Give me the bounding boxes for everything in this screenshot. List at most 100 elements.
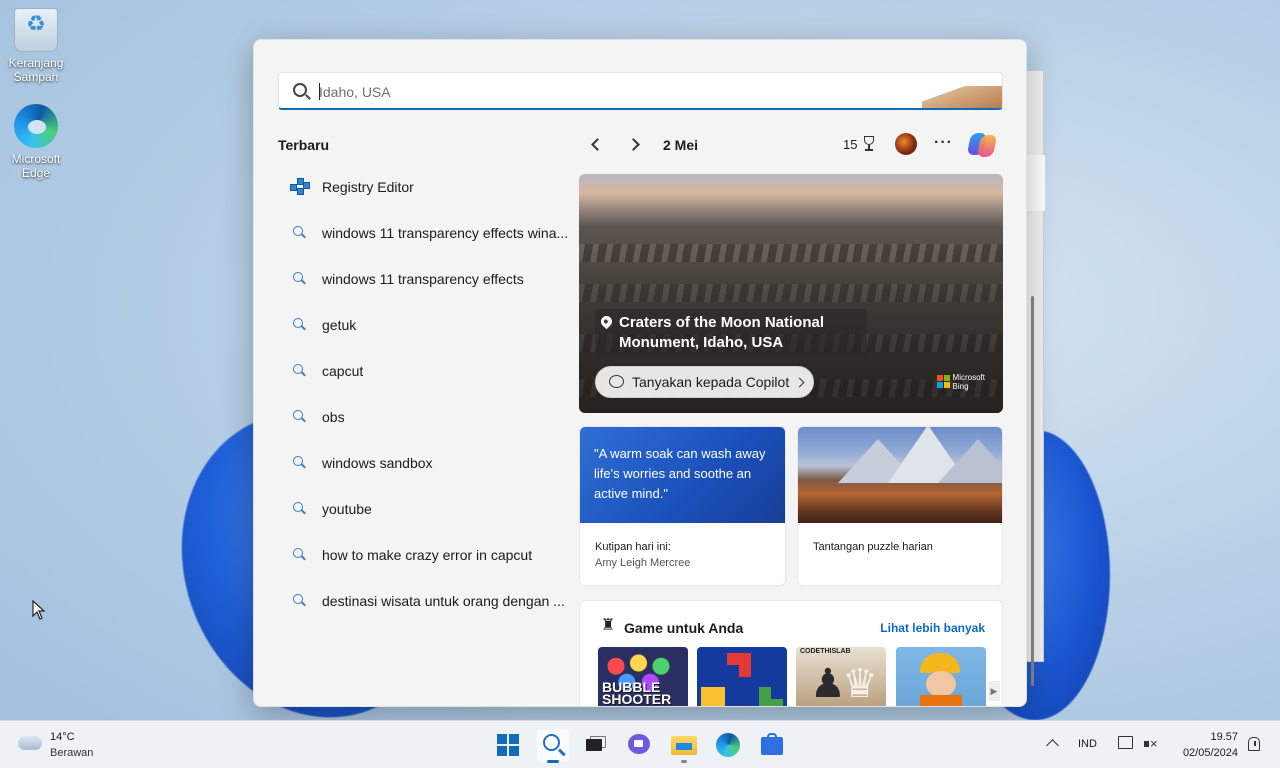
puzzle-image — [798, 427, 1002, 523]
see-more-games-link[interactable]: Lihat lebih banyak — [880, 621, 985, 635]
quote-card-label: Kutipan hari ini: — [595, 541, 671, 553]
recent-item-label: windows 11 transparency effects wina... — [322, 225, 569, 241]
taskbar-search-button[interactable] — [537, 729, 569, 763]
desktop-icon-label: Keranjang Sampah — [8, 56, 64, 84]
game-tile-chess[interactable]: CODETHISLAB ♟ ♛ — [796, 647, 886, 706]
desktop-icon-recycle-bin[interactable]: Keranjang Sampah — [1, 8, 71, 84]
recent-section-title: Terbaru — [278, 137, 330, 153]
edge-taskbar-button[interactable] — [712, 729, 744, 761]
text-caret — [319, 83, 320, 100]
recent-list: Registry Editor windows 11 transparency … — [278, 164, 570, 624]
background-window-scrollbar[interactable] — [1031, 296, 1034, 686]
teams-chat-button[interactable] — [624, 729, 656, 761]
recent-item[interactable]: how to make crazy error in capcut — [278, 532, 570, 578]
recent-item[interactable]: youtube — [278, 486, 570, 532]
recent-item-label: destinasi wisata untuk orang dengan ... — [322, 593, 565, 609]
games-scroll-right-button[interactable]: ▶ — [988, 681, 1000, 701]
search-icon — [278, 223, 322, 243]
location-pin-icon — [598, 313, 615, 330]
mouse-cursor — [32, 600, 46, 620]
recent-item[interactable]: getuk — [278, 302, 570, 348]
search-icon — [278, 315, 322, 335]
microsoft-store-button[interactable] — [756, 729, 788, 761]
chevron-right-icon — [794, 377, 805, 388]
ask-copilot-button[interactable]: Tanyakan kepada Copilot — [595, 366, 815, 398]
recent-item-registry-editor[interactable]: Registry Editor — [278, 164, 570, 210]
input-language-indicator[interactable]: IND — [1078, 738, 1097, 750]
highlights-toolbar: 2 Mei 15 ··· — [579, 130, 1003, 160]
chevron-left-icon — [591, 138, 604, 151]
microsoft-bing-logo: Microsoft Bing — [936, 373, 985, 391]
recent-item[interactable]: windows 11 transparency effects wina... — [278, 210, 570, 256]
search-highlight-graphic — [922, 86, 1002, 108]
quote-text: "A warm soak can wash away life's worrie… — [580, 427, 785, 523]
recent-item-label: how to make crazy error in capcut — [322, 547, 533, 563]
game-tile-blocks[interactable] — [697, 647, 787, 706]
recent-item[interactable]: windows 11 transparency effects — [278, 256, 570, 302]
taskbar: 14°C Berawan IND 19.57 02/05/2024 — [0, 720, 1280, 768]
network-icon[interactable] — [1118, 736, 1133, 749]
quote-author: Amy Leigh Mercree — [595, 557, 691, 569]
chess-rook-icon — [601, 615, 617, 635]
search-icon — [278, 591, 322, 611]
desktop-icon-edge[interactable]: Microsoft Edge — [1, 104, 71, 180]
trophy-icon[interactable] — [861, 135, 877, 153]
search-icon — [543, 734, 560, 751]
search-highlight-hero[interactable]: Craters of the Moon National Monument, I… — [579, 174, 1003, 413]
desktop-icon-label: Microsoft Edge — [11, 152, 61, 180]
game-tile-title: CODETHISLAB — [800, 648, 851, 655]
recent-item[interactable]: windows sandbox — [278, 440, 570, 486]
recent-item[interactable]: obs — [278, 394, 570, 440]
hero-texture — [579, 244, 1003, 262]
chevron-right-icon — [627, 138, 640, 151]
search-panel: Terbaru Registry Editor windows 11 trans… — [253, 39, 1027, 707]
search-icon — [278, 453, 322, 473]
edge-icon — [716, 733, 740, 757]
puzzle-card-label: Tantangan puzzle harian — [813, 541, 933, 553]
bing-brand-line2: Bing — [952, 382, 969, 391]
copilot-icon[interactable] — [966, 130, 998, 160]
more-options-button[interactable]: ··· — [934, 134, 953, 152]
games-section-title: Game untuk Anda — [624, 620, 744, 636]
task-view-button[interactable] — [580, 729, 612, 761]
games-section: Game untuk Anda Lihat lebih banyak BUBBL… — [579, 600, 1003, 707]
weather-condition: Berawan — [50, 747, 94, 759]
file-explorer-button[interactable] — [668, 729, 700, 763]
recent-item[interactable]: destinasi wisata untuk orang dengan ... — [278, 578, 570, 624]
search-box[interactable] — [278, 72, 1003, 110]
next-day-button[interactable] — [627, 136, 645, 154]
volume-muted-icon[interactable] — [1144, 736, 1158, 751]
previous-day-button[interactable] — [587, 136, 605, 154]
recent-item-label: windows sandbox — [322, 455, 433, 471]
search-input[interactable] — [319, 81, 879, 103]
daily-puzzle-card[interactable]: Tantangan puzzle harian — [797, 426, 1003, 586]
game-tile-miner[interactable] — [896, 647, 986, 706]
hero-location-caption[interactable]: Craters of the Moon National Monument, I… — [595, 309, 867, 357]
weather-temperature: 14°C — [50, 731, 75, 743]
cloud-icon — [18, 736, 42, 750]
recent-item-label: getuk — [322, 317, 357, 333]
rewards-points[interactable]: 15 — [843, 137, 857, 152]
show-hidden-icons-button[interactable] — [1046, 739, 1059, 752]
hero-location-line1: Craters of the Moon National — [619, 314, 825, 331]
highlight-date: 2 Mei — [663, 137, 699, 153]
recent-item-label: obs — [322, 409, 345, 425]
ask-copilot-label: Tanyakan kepada Copilot — [632, 374, 790, 390]
quote-of-the-day-card[interactable]: "A warm soak can wash away life's worrie… — [579, 426, 786, 586]
notification-bell-icon[interactable] — [1248, 737, 1260, 751]
edge-icon — [14, 104, 58, 148]
clock[interactable]: 19.57 02/05/2024 — [1170, 729, 1238, 761]
search-icon — [293, 83, 307, 97]
recent-item-label: Registry Editor — [322, 179, 414, 195]
microsoft-logo-icon — [936, 375, 950, 388]
search-icon — [278, 545, 322, 565]
recent-item-label: youtube — [322, 501, 372, 517]
game-tile-bubble-shooter[interactable]: BUBBLE SHOOTER — [598, 647, 688, 707]
game-tile-title: BUBBLE SHOOTER — [602, 679, 672, 707]
search-icon — [278, 499, 322, 519]
avatar[interactable] — [895, 133, 917, 155]
recent-item[interactable]: capcut — [278, 348, 570, 394]
search-icon — [278, 407, 322, 427]
registry-editor-icon — [278, 177, 322, 197]
start-button[interactable] — [492, 729, 524, 761]
